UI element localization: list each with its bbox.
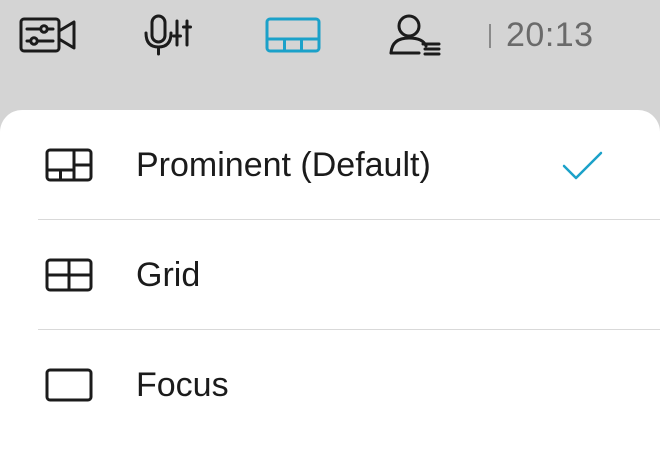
layout-option-focus[interactable]: Focus [0,330,660,440]
grid-layout-icon [45,258,93,292]
layout-option-label: Grid [136,256,201,294]
layout-option-label: Prominent (Default) [136,146,431,184]
layout-icon[interactable] [258,12,328,58]
top-toolbar: 20:13 [0,0,660,70]
toolbar-divider [489,24,491,48]
participants-icon[interactable] [384,12,446,58]
prominent-layout-icon [45,148,93,182]
camera-settings-icon[interactable] [14,12,82,58]
microphone-settings-icon[interactable] [138,12,200,58]
layout-option-label: Focus [136,366,229,404]
clock: 20:13 [506,16,594,54]
checkmark-icon [562,151,603,180]
focus-layout-icon [45,368,93,402]
layout-option-grid[interactable]: Grid [0,220,660,330]
layout-option-prominent[interactable]: Prominent (Default) [0,110,660,220]
layout-menu: Prominent (Default) Grid Focus [0,110,660,450]
